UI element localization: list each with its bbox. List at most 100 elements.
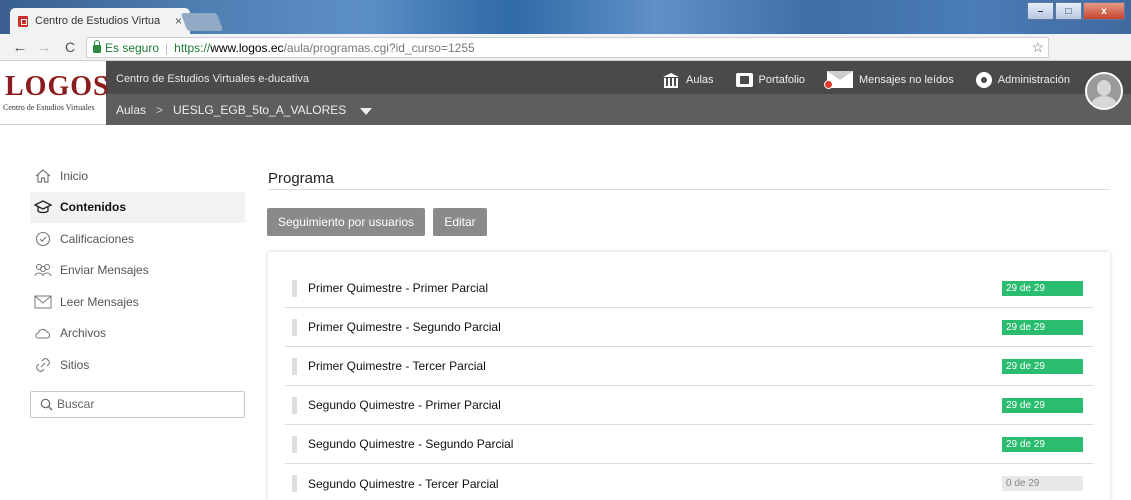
sidebar-item-label: Contenidos (60, 200, 126, 215)
progress-badge: 29 de 29 (1002, 359, 1083, 374)
new-tab-button[interactable] (180, 13, 224, 31)
title-divider (268, 189, 1110, 190)
sidebar-item-label: Sitios (60, 357, 90, 372)
nav-portafolio-label: Portafolio (758, 73, 806, 86)
secure-label: Es seguro (105, 40, 160, 55)
logo-subtitle: Centro de Estudios Virtuales (3, 103, 95, 112)
classroom-building-icon (663, 73, 680, 88)
user-avatar[interactable] (1085, 72, 1123, 110)
maximize-button[interactable]: □ (1055, 2, 1082, 20)
search-icon (39, 395, 53, 413)
list-item[interactable]: Segundo Quimestre - Segundo Parcial 29 d… (285, 425, 1093, 464)
sidebar-item-label: Enviar Mensajes (60, 263, 149, 278)
progress-badge: 29 de 29 (1002, 437, 1083, 452)
progress-badge: 29 de 29 (1002, 320, 1083, 335)
check-circle-icon (34, 230, 52, 248)
logo-wordmark: LOGOS (5, 71, 110, 102)
home-icon (34, 167, 52, 185)
back-arrow-icon[interactable]: ← (10, 39, 30, 56)
sidebar-item-enviar-mensajes[interactable]: Enviar Mensajes (30, 255, 245, 287)
sidebar-item-label: Leer Mensajes (60, 294, 139, 309)
unit-title[interactable]: Segundo Quimestre - Segundo Parcial (308, 437, 513, 451)
list-item[interactable]: Primer Quimestre - Tercer Parcial 29 de … (285, 347, 1093, 386)
row-marker (292, 279, 297, 297)
unread-mail-icon (824, 71, 854, 89)
nav-aulas[interactable]: Aulas (663, 73, 714, 88)
breadcrumb-separator: > (156, 103, 164, 117)
url-separator: | (165, 40, 169, 55)
tab-title: Centro de Estudios Virtual (35, 15, 160, 27)
link-icon (34, 356, 52, 374)
list-item[interactable]: Primer Quimestre - Segundo Parcial 29 de… (285, 308, 1093, 347)
unit-title[interactable]: Primer Quimestre - Tercer Parcial (308, 359, 486, 373)
row-marker (292, 396, 297, 414)
address-bar[interactable]: Es seguro | https://www.logos.ec/aula/pr… (86, 37, 1049, 58)
browser-tab[interactable]: Centro de Estudios Virtual × (10, 8, 190, 34)
unit-title[interactable]: Primer Quimestre - Segundo Parcial (308, 320, 501, 334)
breadcrumb-aulas-link[interactable]: Aulas (116, 103, 146, 117)
breadcrumb: Aulas > UESLG_EGB_5to_A_VALORES (116, 103, 373, 117)
sidebar-item-calificaciones[interactable]: Calificaciones (30, 223, 245, 255)
sidebar: Inicio Contenidos Calificaciones Enviar … (30, 160, 245, 418)
unit-title[interactable]: Primer Quimestre - Primer Parcial (308, 281, 488, 295)
row-marker (292, 318, 297, 336)
site-title: Centro de Estudios Virtuales e-ducativa (116, 73, 310, 85)
list-item[interactable]: Primer Quimestre - Primer Parcial 29 de … (285, 269, 1093, 308)
unread-dot-icon (824, 80, 834, 89)
forward-arrow-icon[interactable]: → (34, 39, 54, 56)
row-marker (292, 357, 297, 375)
reload-icon[interactable]: C (60, 39, 80, 55)
progress-badge: 29 de 29 (1002, 398, 1083, 413)
minimize-button[interactable]: – (1027, 2, 1054, 20)
row-marker (292, 435, 297, 453)
bookmark-star-icon[interactable]: ☆ (1031, 39, 1044, 56)
unit-title[interactable]: Segundo Quimestre - Primer Parcial (308, 398, 501, 412)
portfolio-icon (735, 72, 753, 87)
sidebar-item-inicio[interactable]: Inicio (30, 160, 245, 192)
close-window-button[interactable]: x (1083, 2, 1125, 20)
page-title: Programa (268, 170, 334, 187)
sidebar-item-leer-mensajes[interactable]: Leer Mensajes (30, 286, 245, 318)
url-path: /aula/programas.cgi?id_curso=1255 (283, 40, 475, 55)
nav-mensajes[interactable]: Mensajes no leídos (824, 71, 954, 89)
lock-icon (93, 40, 101, 53)
gear-icon (975, 71, 992, 88)
sidebar-item-label: Inicio (60, 168, 89, 183)
nav-mensajes-label: Mensajes no leídos (859, 73, 954, 86)
envelope-icon (34, 293, 52, 311)
cloud-icon (34, 324, 52, 342)
course-dropdown-caret-icon[interactable] (360, 107, 373, 115)
progress-badge: 29 de 29 (1002, 281, 1083, 296)
nav-aulas-label: Aulas (686, 73, 714, 86)
nav-portafolio[interactable]: Portafolio (735, 72, 806, 87)
sidebar-item-contenidos[interactable]: Contenidos (30, 191, 245, 223)
sidebar-item-sitios[interactable]: Sitios (30, 349, 245, 381)
app-header: Centro de Estudios Virtuales e-ducativa … (0, 61, 1131, 125)
seguimiento-usuarios-button[interactable]: Seguimiento por usuarios (267, 208, 425, 236)
url-host: www.logos.ec (210, 40, 284, 55)
search-input[interactable]: Buscar (30, 390, 245, 418)
row-marker (292, 475, 297, 492)
list-item[interactable]: Segundo Quimestre - Tercer Parcial 0 de … (285, 464, 1093, 500)
list-item[interactable]: Segundo Quimestre - Primer Parcial 29 de… (285, 386, 1093, 425)
browser-toolbar: ← → C Es seguro | https://www.logos.ec/a… (0, 34, 1131, 89)
breadcrumb-course[interactable]: UESLG_EGB_5to_A_VALORES (173, 103, 346, 117)
url-scheme: https:// (174, 40, 211, 55)
users-icon (34, 261, 52, 279)
graduation-cap-icon (34, 198, 52, 216)
search-placeholder: Buscar (57, 397, 95, 411)
program-list: Primer Quimestre - Primer Parcial 29 de … (268, 252, 1110, 500)
sidebar-item-label: Calificaciones (60, 231, 135, 246)
nav-admin[interactable]: Administración (975, 71, 1070, 88)
sidebar-item-archivos[interactable]: Archivos (30, 318, 245, 350)
top-navigation: Aulas Portafolio Mensajes no leídos Admi… (663, 71, 1092, 89)
nav-admin-label: Administración (997, 73, 1070, 86)
edit-button[interactable]: Editar (433, 208, 487, 236)
sidebar-item-label: Archivos (60, 326, 107, 341)
window-controls: – □ x (1027, 2, 1125, 20)
browser-tab-bar: Centro de Estudios Virtual × – □ x (0, 0, 1131, 34)
logo[interactable]: LOGOS Centro de Estudios Virtuales (0, 61, 109, 125)
progress-badge: 0 de 29 (1002, 476, 1083, 491)
site-favicon-icon (18, 15, 28, 27)
unit-title[interactable]: Segundo Quimestre - Tercer Parcial (308, 477, 499, 491)
